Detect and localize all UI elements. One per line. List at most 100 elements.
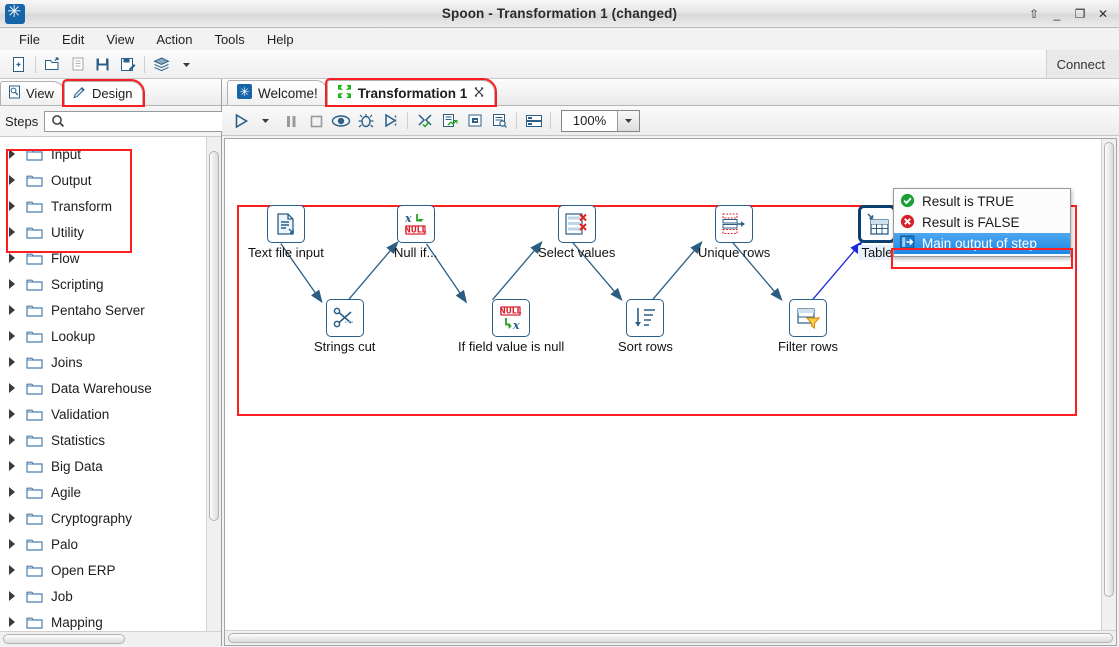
context-menu-item-result-true[interactable]: Result is TRUE xyxy=(894,191,1070,212)
expand-arrow-icon[interactable] xyxy=(8,513,18,523)
tree-item-scripting[interactable]: Scripting xyxy=(0,271,206,297)
tree-vertical-scrollbar[interactable] xyxy=(206,137,221,631)
tree-scrollbar-thumb[interactable] xyxy=(209,151,219,521)
tab-design[interactable]: Design xyxy=(61,79,146,107)
hop-filter-rows-to-table-output[interactable] xyxy=(812,241,862,301)
text-file-input-icon[interactable] xyxy=(266,205,305,243)
canvas-step-strings-cut[interactable]: Strings cut xyxy=(314,299,375,354)
filter-rows-icon[interactable] xyxy=(788,299,827,337)
tree-item-transform[interactable]: Transform xyxy=(0,193,206,219)
canvas-horizontal-scrollbar[interactable] xyxy=(225,630,1116,645)
tree-item-lookup[interactable]: Lookup xyxy=(0,323,206,349)
sort-rows-icon[interactable] xyxy=(626,299,665,337)
expand-arrow-icon[interactable] xyxy=(8,565,18,575)
run-icon[interactable] xyxy=(228,109,253,132)
canvas-step-select-values[interactable]: Select values xyxy=(538,205,615,260)
run-options-dropdown-icon[interactable] xyxy=(253,109,278,132)
tree-hscrollbar-thumb[interactable] xyxy=(3,634,125,644)
maximize-button[interactable]: ❐ xyxy=(1073,7,1087,21)
chevron-down-icon[interactable] xyxy=(617,110,639,131)
tree-item-flow[interactable]: Flow xyxy=(0,245,206,271)
dropdown-arrow-icon[interactable] xyxy=(174,53,199,76)
arrange-grid-icon[interactable] xyxy=(521,109,546,132)
expand-arrow-icon[interactable] xyxy=(8,435,18,445)
select-values-icon[interactable] xyxy=(557,205,596,243)
save-as-icon[interactable] xyxy=(115,53,140,76)
tree-item-validation[interactable]: Validation xyxy=(0,401,206,427)
canvas-vscrollbar-thumb[interactable] xyxy=(1104,142,1114,597)
transformation-canvas[interactable]: Text file input Strings cut x NULL Null if..… xyxy=(225,139,1101,630)
tree-item-joins[interactable]: Joins xyxy=(0,349,206,375)
tree-item-palo[interactable]: Palo xyxy=(0,531,206,557)
show-last-log-icon[interactable] xyxy=(487,109,512,132)
tree-item-cryptography[interactable]: Cryptography xyxy=(0,505,206,531)
canvas-step-if-field-value-is-null[interactable]: NULL x If field value is null xyxy=(458,299,564,354)
explore-repository-icon[interactable] xyxy=(65,53,90,76)
canvas-step-table-output[interactable]: Table xyxy=(858,205,896,260)
minimize-button[interactable]: _ xyxy=(1050,7,1064,21)
save-icon[interactable] xyxy=(90,53,115,76)
expand-arrow-icon[interactable] xyxy=(8,539,18,549)
pause-icon[interactable] xyxy=(278,109,303,132)
expand-arrow-icon[interactable] xyxy=(8,175,18,185)
analyze-impact-icon[interactable] xyxy=(437,109,462,132)
hop-if-field-value-is-null-to-select-values[interactable] xyxy=(492,241,542,301)
expand-arrow-icon[interactable] xyxy=(8,383,18,393)
preview-icon[interactable] xyxy=(328,109,353,132)
expand-arrow-icon[interactable] xyxy=(8,279,18,289)
canvas-hscrollbar-thumb[interactable] xyxy=(228,633,1113,643)
menu-item-tools[interactable]: Tools xyxy=(203,30,255,49)
hop-strings-cut-to-null-if[interactable] xyxy=(348,241,398,301)
table-output-icon[interactable] xyxy=(858,205,896,243)
expand-arrow-icon[interactable] xyxy=(8,461,18,471)
tree-item-input[interactable]: Input xyxy=(0,141,206,167)
tab-welcome[interactable]: ✳ Welcome! xyxy=(227,80,328,105)
tree-item-data-warehouse[interactable]: Data Warehouse xyxy=(0,375,206,401)
expand-arrow-icon[interactable] xyxy=(8,617,18,627)
canvas-step-filter-rows[interactable]: Filter rows xyxy=(778,299,838,354)
replay-icon[interactable] xyxy=(378,109,403,132)
close-icon[interactable] xyxy=(473,86,485,101)
canvas-step-text-file-input[interactable]: Text file input xyxy=(248,205,324,260)
verify-icon[interactable] xyxy=(412,109,437,132)
menu-item-view[interactable]: View xyxy=(95,30,145,49)
tree-item-big-data[interactable]: Big Data xyxy=(0,453,206,479)
expand-arrow-icon[interactable] xyxy=(8,591,18,601)
expand-arrow-icon[interactable] xyxy=(8,409,18,419)
null-if-icon[interactable]: x NULL xyxy=(396,205,435,243)
generate-sql-icon[interactable] xyxy=(462,109,487,132)
new-file-icon[interactable] xyxy=(6,53,31,76)
stop-icon[interactable] xyxy=(303,109,328,132)
expand-arrow-icon[interactable] xyxy=(8,149,18,159)
close-button[interactable]: ✕ xyxy=(1096,7,1110,21)
debug-icon[interactable] xyxy=(353,109,378,132)
expand-arrow-icon[interactable] xyxy=(8,227,18,237)
hop-sort-rows-to-unique-rows[interactable] xyxy=(652,241,702,301)
canvas-vertical-scrollbar[interactable] xyxy=(1101,139,1116,630)
tree-horizontal-scrollbar[interactable] xyxy=(0,631,221,646)
if-null-icon[interactable]: NULL x xyxy=(492,299,531,337)
context-menu-item-main-output[interactable]: Main output of step xyxy=(894,233,1070,254)
open-file-icon[interactable] xyxy=(40,53,65,76)
tree-item-statistics[interactable]: Statistics xyxy=(0,427,206,453)
connect-button[interactable]: Connect xyxy=(1045,50,1119,78)
tree-item-job[interactable]: Job xyxy=(0,583,206,609)
tab-view[interactable]: View xyxy=(0,81,65,105)
unique-rows-icon[interactable] xyxy=(715,205,754,243)
tree-item-mapping[interactable]: Mapping xyxy=(0,609,206,631)
expand-arrow-icon[interactable] xyxy=(8,331,18,341)
menu-item-file[interactable]: File xyxy=(8,30,51,49)
hop-type-context-menu[interactable]: Result is TRUE Result is FALSE Main outp… xyxy=(893,188,1071,257)
menu-item-help[interactable]: Help xyxy=(256,30,305,49)
menu-item-edit[interactable]: Edit xyxy=(51,30,95,49)
menu-item-action[interactable]: Action xyxy=(145,30,203,49)
tree-item-open-erp[interactable]: Open ERP xyxy=(0,557,206,583)
tree-item-utility[interactable]: Utility xyxy=(0,219,206,245)
canvas-step-unique-rows[interactable]: Unique rows xyxy=(698,205,770,260)
tab-transformation-1[interactable]: Transformation 1 xyxy=(324,78,498,107)
expand-arrow-icon[interactable] xyxy=(8,487,18,497)
context-menu-item-result-false[interactable]: Result is FALSE xyxy=(894,212,1070,233)
expand-arrow-icon[interactable] xyxy=(8,253,18,263)
expand-arrow-icon[interactable] xyxy=(8,201,18,211)
restore-up-button[interactable]: ⇧ xyxy=(1027,7,1041,21)
